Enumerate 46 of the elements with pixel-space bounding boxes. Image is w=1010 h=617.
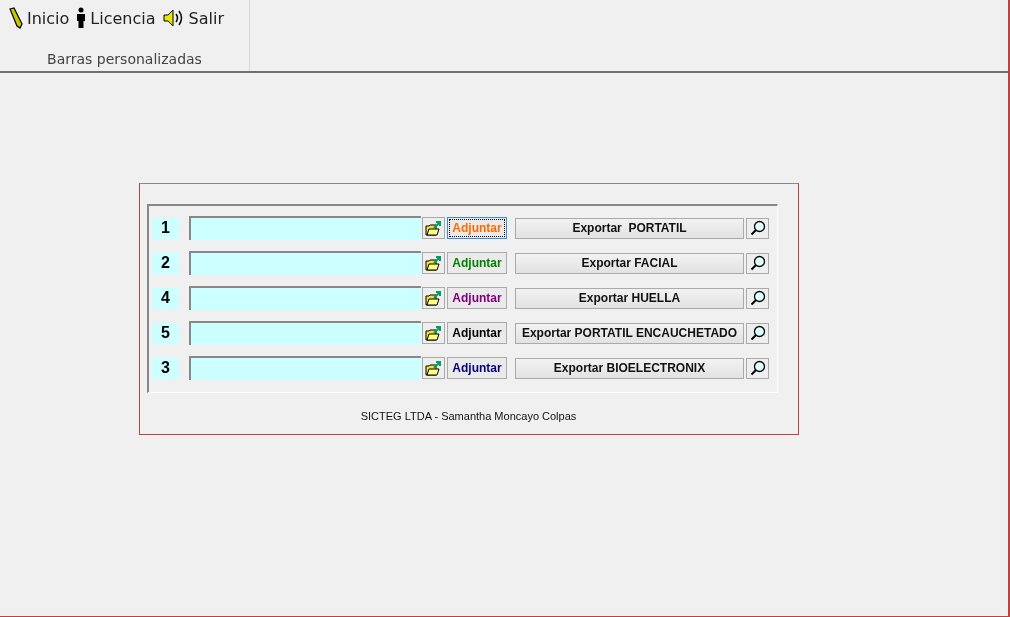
footer-text: SICTEG LTDA - Samantha Moncayo Colpas [359, 410, 578, 422]
toolbar-button[interactable]: Salir [159, 5, 226, 31]
folder-arrow-icon [424, 289, 443, 307]
search-icon [749, 255, 766, 271]
search-icon [749, 290, 766, 306]
export-button[interactable]: Exportar BIOELECTRONIX [515, 357, 744, 379]
search-icon [749, 220, 766, 236]
search-icon [749, 360, 766, 376]
attach-button[interactable]: Adjuntar [447, 252, 507, 274]
row-number: 2 [152, 252, 179, 274]
toolbar-button[interactable]: Licencia [73, 5, 158, 31]
export-button[interactable]: Exportar PORTATIL [515, 217, 744, 239]
search-button[interactable] [746, 357, 769, 379]
file-path-field[interactable] [189, 286, 421, 310]
row-number: 4 [152, 287, 179, 309]
export-button[interactable]: Exportar PORTATIL ENCAUCHETADO [515, 322, 744, 344]
row-number: 5 [152, 322, 179, 344]
attach-button[interactable]: Adjuntar [447, 357, 507, 379]
search-button[interactable] [746, 322, 769, 344]
person-icon [75, 7, 88, 29]
folder-arrow-icon [424, 254, 443, 272]
attach-button[interactable]: Adjuntar [447, 287, 507, 309]
file-path-field[interactable] [189, 321, 421, 345]
open-folder-button[interactable] [422, 217, 445, 239]
search-button[interactable] [746, 252, 769, 274]
pencil-icon [8, 7, 24, 29]
folder-arrow-icon [424, 219, 443, 237]
attach-button[interactable]: Adjuntar [447, 322, 507, 344]
file-path-field[interactable] [189, 251, 421, 275]
export-button[interactable]: Exportar FACIAL [515, 252, 744, 274]
search-button[interactable] [746, 287, 769, 309]
row-number: 3 [152, 357, 179, 379]
file-path-field[interactable] [189, 356, 421, 380]
toolbar-button[interactable]: Inicio [6, 5, 72, 31]
export-button[interactable]: Exportar HUELLA [515, 287, 744, 309]
folder-arrow-icon [424, 359, 443, 377]
open-folder-button[interactable] [422, 322, 445, 344]
folder-arrow-icon [424, 324, 443, 342]
file-path-field[interactable] [189, 216, 421, 240]
open-folder-button[interactable] [422, 357, 445, 379]
search-icon [749, 325, 766, 341]
search-button[interactable] [746, 217, 769, 239]
row-number: 1 [152, 217, 179, 239]
open-folder-button[interactable] [422, 252, 445, 274]
toolbar-group-label: Barras personalizadas [47, 51, 202, 67]
open-folder-button[interactable] [422, 287, 445, 309]
